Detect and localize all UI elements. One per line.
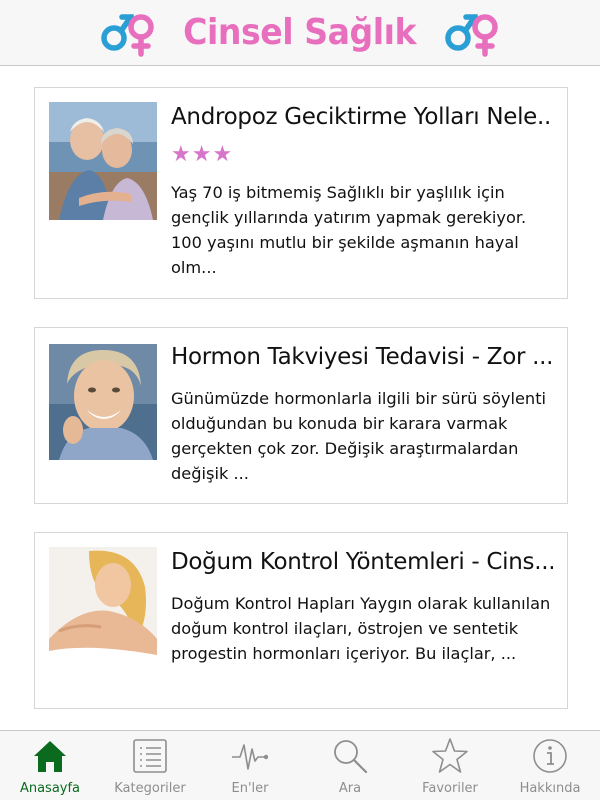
tab-kategoriler[interactable]: Kategoriler bbox=[100, 731, 200, 800]
rating-stars: ★★★ bbox=[171, 142, 234, 167]
article-feed: Andropoz Geciktirme Yolları Nele... ★★★ … bbox=[0, 66, 600, 730]
male-female-symbol-icon bbox=[444, 13, 498, 57]
article-card[interactable]: Hormon Takviyesi Tedavisi - Zor ... Günü… bbox=[34, 327, 568, 504]
list-icon bbox=[133, 739, 167, 773]
star-icon bbox=[432, 738, 468, 773]
tab-label: Kategoriler bbox=[114, 781, 186, 796]
tab-enler[interactable]: En'ler bbox=[200, 731, 300, 800]
tab-anasayfa[interactable]: Anasayfa bbox=[0, 731, 100, 800]
article-excerpt: Yaş 70 iş bitmemiş Sağlıklı bir yaşlılık… bbox=[171, 183, 527, 277]
article-card[interactable]: Andropoz Geciktirme Yolları Nele... ★★★ … bbox=[34, 87, 568, 299]
info-icon bbox=[533, 739, 567, 773]
home-icon bbox=[34, 741, 66, 772]
tab-label: Ara bbox=[338, 781, 362, 796]
tab-label: Hakkında bbox=[519, 781, 581, 796]
article-thumbnail bbox=[49, 344, 157, 460]
article-title: Doğum Kontrol Yöntemleri - Cins... bbox=[171, 549, 553, 575]
search-icon bbox=[334, 740, 368, 774]
tab-hakkinda[interactable]: Hakkında bbox=[500, 731, 600, 800]
article-thumbnail bbox=[49, 547, 157, 665]
article-card[interactable]: Doğum Kontrol Yöntemleri - Cins... Doğum… bbox=[34, 532, 568, 709]
tab-bar: Anasayfa Kategoriler En'ler Ara Favorile… bbox=[0, 730, 600, 800]
pulse-icon bbox=[232, 744, 269, 770]
article-excerpt: Doğum Kontrol Hapları Yaygın olarak kull… bbox=[171, 594, 551, 663]
male-female-symbol-icon bbox=[101, 13, 155, 57]
tab-label: Favoriler bbox=[422, 781, 478, 796]
app-header: Cinsel Sağlık bbox=[0, 0, 600, 66]
article-title: Hormon Takviyesi Tedavisi - Zor ... bbox=[171, 344, 553, 370]
article-excerpt: Günümüzde hormonlarla ilgili bir sürü sö… bbox=[171, 389, 547, 483]
tab-label: Anasayfa bbox=[19, 781, 81, 796]
tab-label: En'ler bbox=[231, 781, 269, 796]
article-thumbnail bbox=[49, 102, 157, 220]
app-title: Cinsel Sağlık bbox=[183, 12, 417, 53]
article-title: Andropoz Geciktirme Yolları Nele... bbox=[171, 104, 553, 130]
tab-ara[interactable]: Ara bbox=[300, 731, 400, 800]
tab-favoriler[interactable]: Favoriler bbox=[400, 731, 500, 800]
